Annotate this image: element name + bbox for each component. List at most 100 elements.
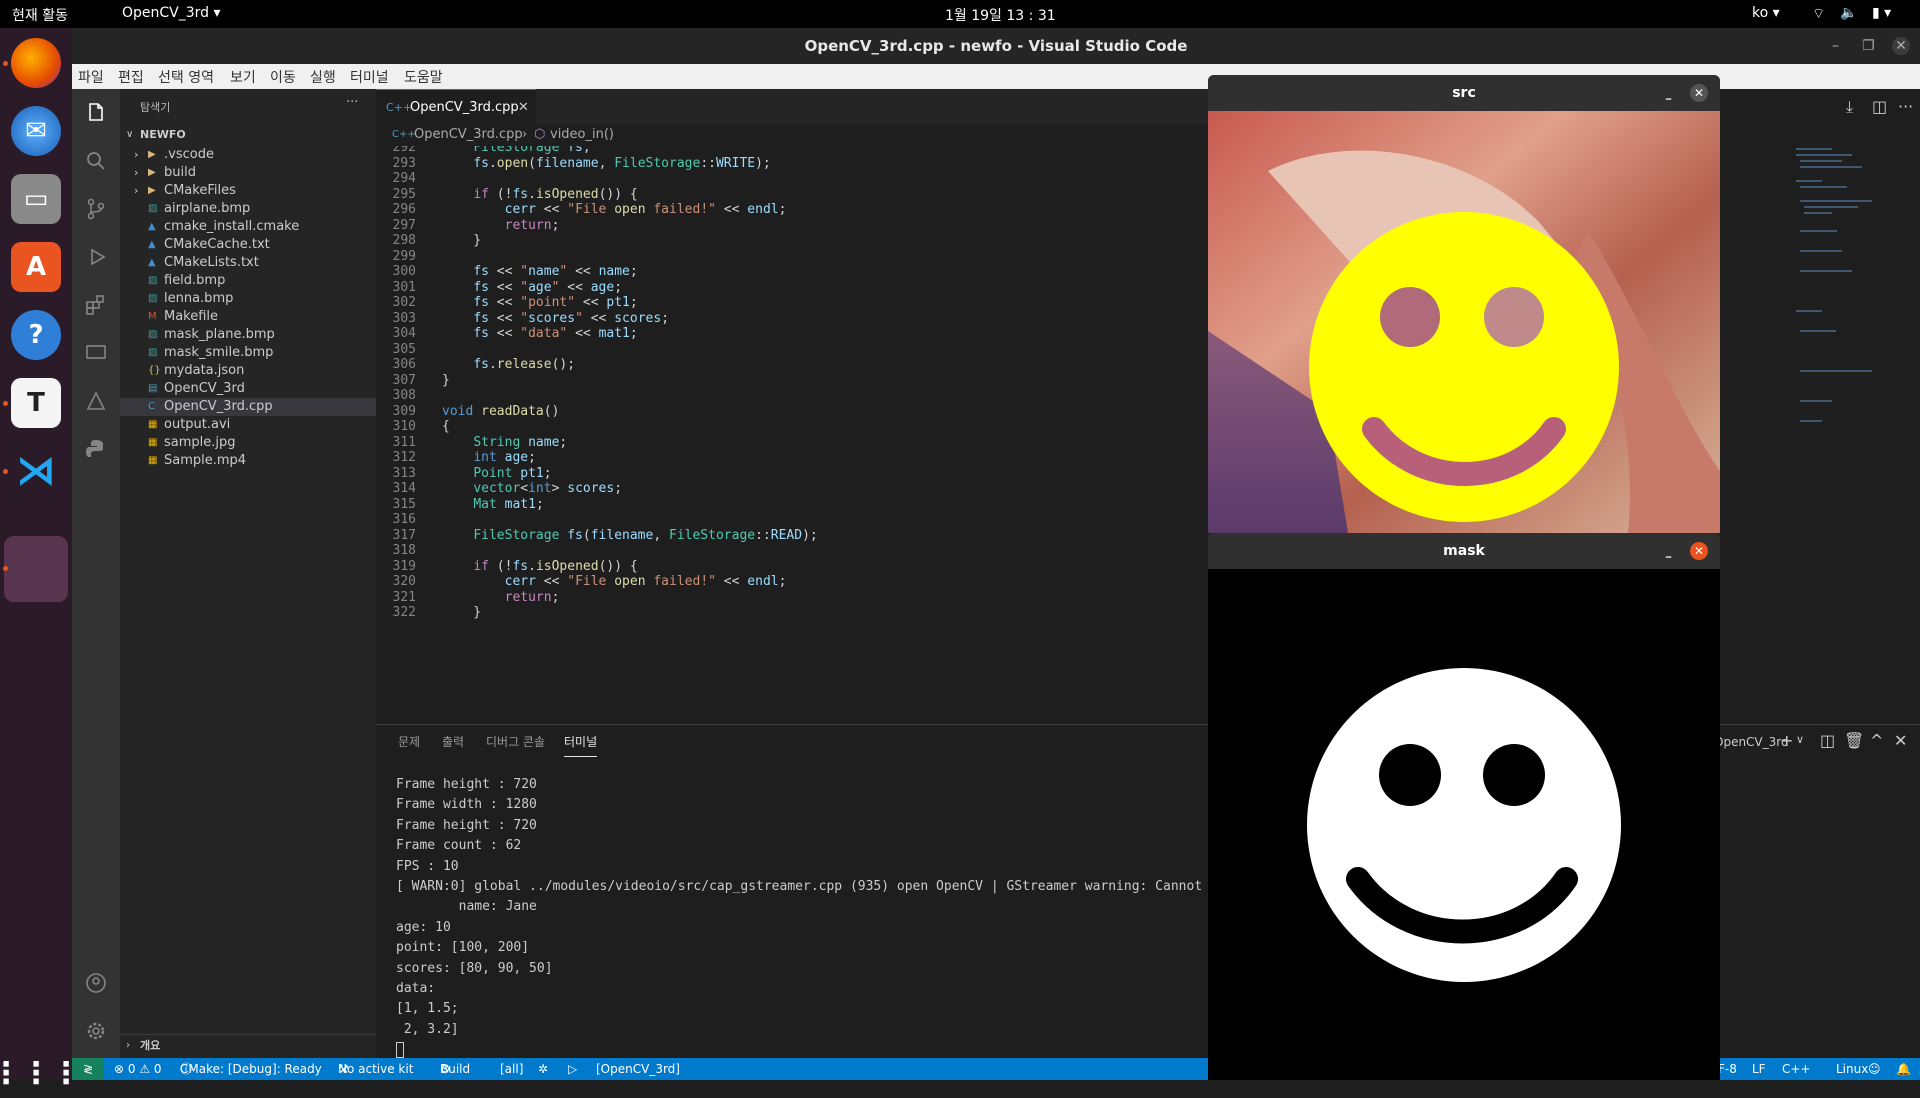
split-terminal-icon[interactable]: ◫ [1820,731,1835,750]
search-icon[interactable] [84,149,108,173]
text-editor-icon[interactable]: T [11,378,61,428]
run-icon[interactable]: ▷ [568,1058,577,1080]
problems-count[interactable]: ⊗ 0 ⚠ 0 [114,1058,162,1080]
input-language[interactable]: ko ▾ [1752,5,1780,21]
tree-item[interactable]: ▨ mask_plane.bmp [120,326,376,344]
language-mode[interactable]: C++ [1782,1058,1811,1080]
window-titlebar[interactable]: OpenCV_3rd.cpp - newfo - Visual Studio C… [72,28,1920,64]
more-actions-icon[interactable]: ··· [346,95,358,110]
tree-item[interactable]: ▦ output.avi [120,416,376,434]
close-button[interactable]: ✕ [1892,37,1910,55]
launch-target[interactable]: [OpenCV_3rd] [596,1058,680,1080]
tree-item[interactable]: ▤ OpenCV_3rd [120,380,376,398]
thunderbird-icon[interactable]: ✉ [11,106,61,156]
split-editor-icon[interactable]: ◫ [1872,97,1887,116]
files-icon[interactable]: ▭ [11,174,61,224]
remote-explorer-icon[interactable] [84,341,108,365]
tab-problems[interactable]: 문제 [398,733,420,750]
tree-item[interactable]: › ▶ .vscode [120,146,376,164]
terminal-instance-label[interactable]: OpenCV_3rd [1714,735,1789,749]
eol[interactable]: LF [1752,1058,1766,1080]
activities-button[interactable]: 현재 활동 [12,5,68,25]
src-window-titlebar[interactable]: src – ✕ [1208,75,1720,111]
software-center-icon[interactable]: A [11,242,61,292]
gear-icon[interactable] [84,1019,108,1043]
tree-item[interactable]: ▲ CMakeCache.txt [120,236,376,254]
toggle-layout-icon[interactable]: ⤓ [1846,97,1853,117]
minimap[interactable] [1792,141,1882,441]
workspace-root[interactable]: ∨ NEWFO [120,124,376,146]
feedback-icon[interactable]: ☺ [1868,1058,1881,1080]
maximize-button[interactable]: ❐ [1862,28,1875,64]
src-window[interactable]: src – ✕ [1208,75,1720,533]
outline-section[interactable]: › 개요 [120,1034,376,1056]
python-icon[interactable] [84,437,108,461]
tree-item[interactable]: {} mydata.json [120,362,376,380]
wifi-icon[interactable]: ⌔ [1812,5,1825,23]
tab-opencv-3rd-cpp[interactable]: C++ OpenCV_3rd.cpp ✕ [376,89,536,124]
menu-view[interactable]: 보기 [230,67,256,87]
image-file-icon: ▨ [148,203,158,214]
tree-item[interactable]: ▦ sample.jpg [120,434,376,452]
bell-icon[interactable]: 🔔 [1896,1058,1911,1080]
more-actions-icon[interactable]: ··· [1898,97,1913,116]
vscode-icon[interactable]: ⋊ [11,446,61,496]
platform[interactable]: Linux [1836,1058,1868,1080]
minimap-lines [1796,148,1872,422]
tree-item[interactable]: ▨ airplane.bmp [120,200,376,218]
menu-go[interactable]: 이동 [270,67,296,87]
menu-selection[interactable]: 선택 영역 [158,67,214,87]
cmake-icon[interactable] [84,389,108,413]
tree-item[interactable]: ▦ Sample.mp4 [120,452,376,470]
chevron-down-icon[interactable]: ∨ [1796,733,1804,746]
tab-close-icon[interactable]: ✕ [518,90,529,125]
close-button[interactable]: ✕ [1690,84,1708,102]
encoding[interactable]: F-8 [1718,1058,1737,1080]
build-target[interactable]: [all] [500,1058,523,1080]
tree-item[interactable]: › ▶ CMakeFiles [120,182,376,200]
menu-file[interactable]: 파일 [78,67,104,87]
account-icon[interactable] [84,971,108,995]
tree-item[interactable]: ▲ cmake_install.cmake [120,218,376,236]
tab-output[interactable]: 출력 [442,733,464,750]
minimize-button[interactable]: – [1832,28,1839,64]
code-editor[interactable]: 292 FileStorage fs; 293 fs.open(filename,… [376,146,1208,724]
extensions-icon[interactable] [84,293,108,317]
explorer-icon[interactable] [84,101,108,125]
new-terminal-icon[interactable]: + [1780,731,1793,750]
breadcrumb-file[interactable]: OpenCV_3rd.cpp [414,124,523,146]
volume-icon[interactable]: 🔈 [1840,5,1857,21]
menu-edit[interactable]: 편집 [118,67,144,87]
app-menu[interactable]: OpenCV_3rd ▾ [122,5,221,21]
mask-window[interactable]: mask – ✕ [1208,533,1720,1080]
tree-item[interactable]: ▲ CMakeLists.txt [120,254,376,272]
close-panel-icon[interactable]: ✕ [1894,731,1907,750]
breadcrumb-symbol[interactable]: video_in() [550,124,614,146]
run-debug-icon[interactable] [84,245,108,269]
tree-item[interactable]: ▨ mask_smile.bmp [120,344,376,362]
menu-run[interactable]: 실행 [310,67,336,87]
tree-item[interactable]: › ▶ build [120,164,376,182]
clock[interactable]: 1월 19일 13 : 31 [945,5,1056,25]
menu-help[interactable]: 도움말 [404,67,443,87]
mask-window-titlebar[interactable]: mask – ✕ [1208,533,1720,569]
battery-icon[interactable]: ▮ ▾ [1872,5,1891,21]
help-icon[interactable]: ? [11,310,61,360]
debug-bug-icon[interactable]: ✲ [538,1058,548,1080]
trash-icon[interactable]: 🗑 [1844,731,1864,750]
tree-item[interactable]: C OpenCV_3rd.cpp [120,398,376,416]
tab-debug-console[interactable]: 디버그 콘솔 [486,733,545,750]
folder-file-icon: ▶ [148,167,156,178]
tree-item[interactable]: M Makefile [120,308,376,326]
source-control-icon[interactable] [84,197,108,221]
close-button[interactable]: ✕ [1690,542,1708,560]
show-apps-icon[interactable]: ⋮⋮⋮ [0,1048,81,1098]
menu-terminal[interactable]: 터미널 [350,67,389,87]
tree-item[interactable]: ▨ lenna.bmp [120,290,376,308]
remote-indicator-icon[interactable]: ≷ [72,1058,104,1080]
opencv-app-icon[interactable] [4,536,68,602]
firefox-icon[interactable] [11,38,61,88]
maximize-panel-icon[interactable]: ^ [1870,731,1883,750]
tab-terminal[interactable]: 터미널 [564,733,598,757]
tree-item[interactable]: ▨ field.bmp [120,272,376,290]
